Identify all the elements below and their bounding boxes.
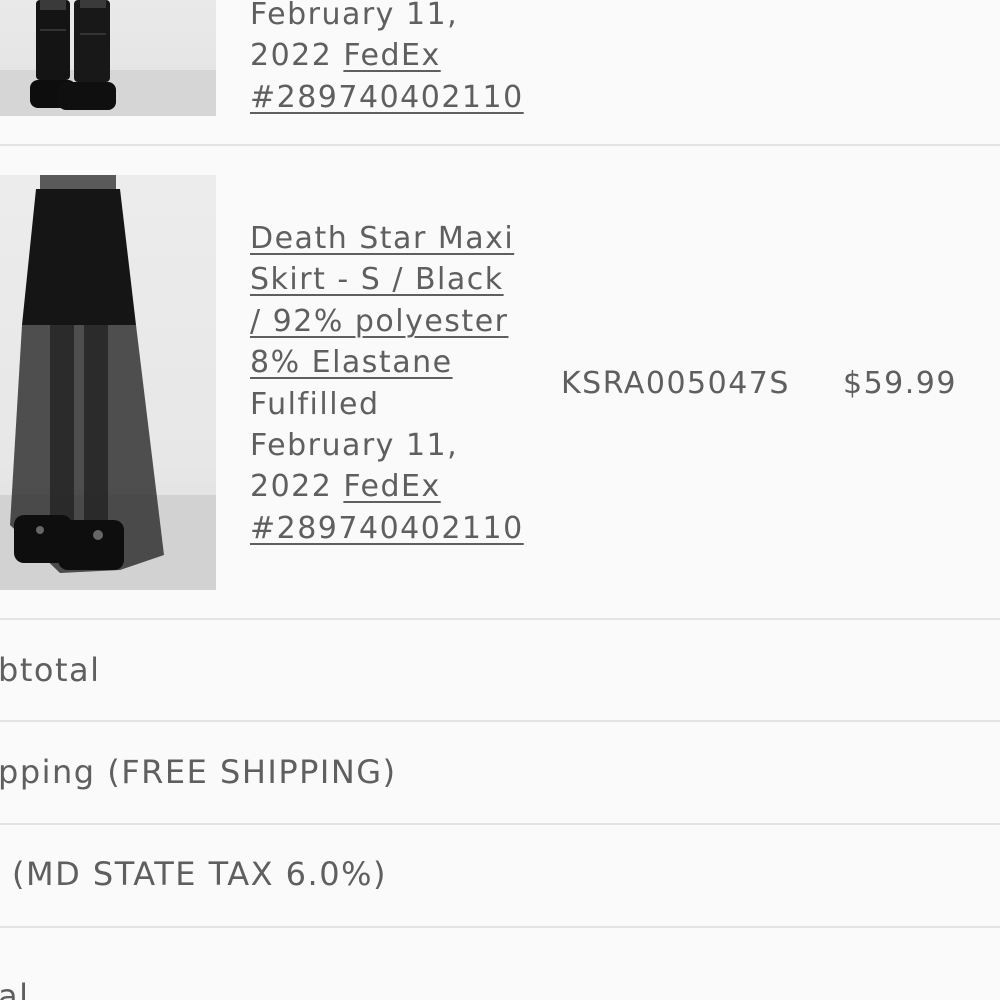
boots-illustration [0, 0, 216, 116]
item-2-price: $59.99 [843, 366, 957, 401]
item-2-details: Death Star Maxi Skirt - S / Black / 92% … [250, 218, 524, 549]
item-1-status-date: February 11, [250, 0, 459, 32]
item-2-title-line-3[interactable]: / 92% polyester [250, 304, 509, 339]
item-1-carrier-link[interactable]: FedEx [343, 38, 440, 73]
skirt-illustration [0, 175, 216, 590]
divider [0, 144, 1000, 146]
item-1-status-year: 2022 FedEx [250, 38, 441, 74]
item-2-title-line-1[interactable]: Death Star Maxi [250, 221, 514, 256]
tax-label: (MD STATE TAX 6.0%) [12, 855, 387, 893]
item-2-status: Fulfilled [250, 386, 380, 422]
item-2-status-year: 2022 FedEx [250, 469, 441, 505]
item-2-status-date: February 11, [250, 428, 459, 464]
divider [0, 720, 1000, 722]
item-1-tracking-link[interactable]: #289740402110 [250, 80, 524, 115]
item-2-sku: KSRA005047S [561, 366, 790, 401]
item-2-title-line-2[interactable]: Skirt - S / Black [250, 262, 504, 297]
product-image-boots[interactable] [0, 0, 216, 116]
total-label: al [0, 977, 30, 1000]
shipping-label: pping (FREE SHIPPING) [0, 753, 397, 791]
divider [0, 926, 1000, 928]
divider [0, 823, 1000, 825]
item-2-tracking-link[interactable]: #289740402110 [250, 511, 524, 546]
divider [0, 618, 1000, 620]
product-image-skirt[interactable] [0, 175, 216, 590]
subtotal-label: btotal [0, 651, 101, 689]
item-2-carrier-link[interactable]: FedEx [343, 469, 440, 504]
item-1-details: February 11, 2022 FedEx #289740402110 [250, 0, 524, 118]
item-2-title-line-4[interactable]: 8% Elastane [250, 345, 453, 380]
